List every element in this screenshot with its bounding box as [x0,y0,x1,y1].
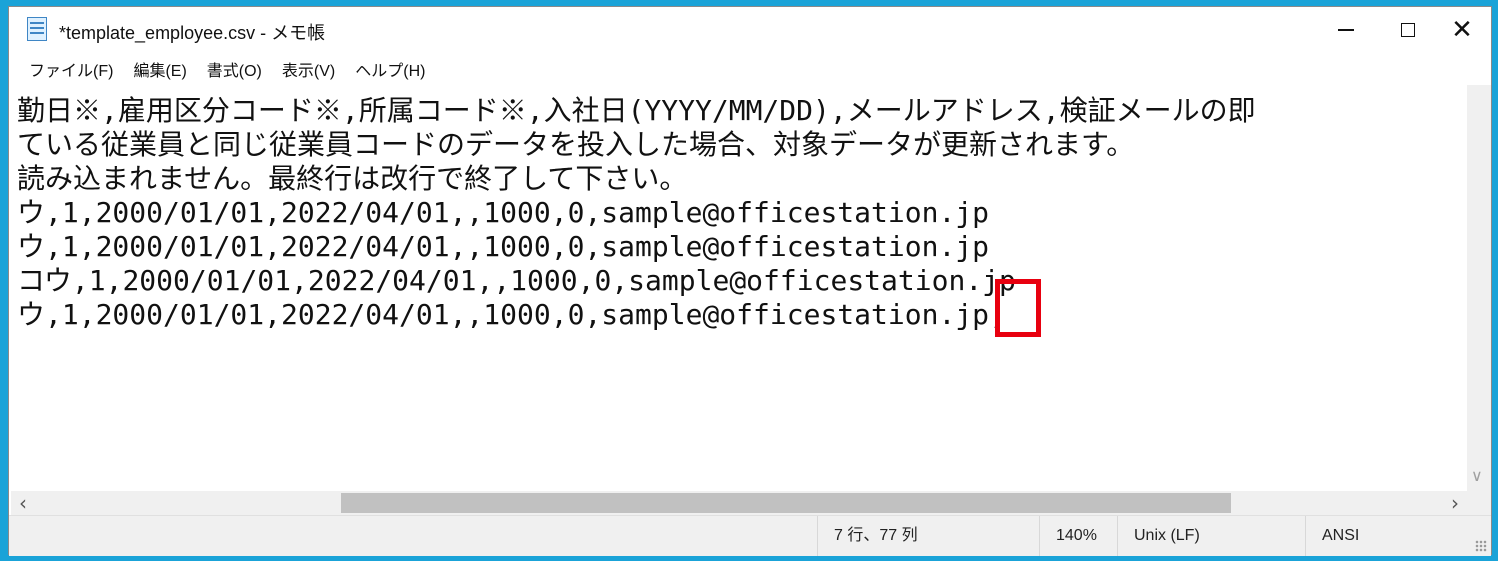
maximize-icon [1401,23,1415,37]
text-editor[interactable]: 勤日※,雇用区分コード※,所属コード※,入社日(YYYY/MM/DD),メールア… [11,85,1467,491]
menu-help[interactable]: ヘルプ(H) [345,53,435,85]
notepad-window: *template_employee.csv - メモ帳 ✕ ファイル(F) 編… [8,6,1492,556]
menu-file[interactable]: ファイル(F) [19,53,123,85]
horizontal-scrollbar[interactable]: ‹ › [11,491,1467,515]
scroll-corner [1467,491,1491,515]
scroll-right-icon[interactable]: › [1451,491,1459,515]
status-bar: 7 行、77 列 140% Unix (LF) ANSI [9,515,1491,556]
menu-bar: ファイル(F) 編集(E) 書式(O) 表示(V) ヘルプ(H) [9,53,1491,85]
maximize-button[interactable] [1377,7,1439,53]
menu-view[interactable]: 表示(V) [272,53,345,85]
text-line-7: ウ,1,2000/01/01,2022/04/01,,1000,0,sample… [17,298,1006,331]
window-title: *template_employee.csv - メモ帳 [59,23,326,43]
resize-grip-icon[interactable] [1475,540,1487,552]
status-cursor-position: 7 行、77 列 [817,516,1039,556]
horizontal-scroll-thumb[interactable] [341,493,1231,513]
status-line-ending: Unix (LF) [1117,516,1305,556]
title-bar[interactable]: *template_employee.csv - メモ帳 ✕ [9,7,1491,53]
menu-edit[interactable]: 編集(E) [123,53,196,85]
status-encoding: ANSI [1305,516,1493,556]
close-button[interactable]: ✕ [1431,7,1493,53]
minimize-button[interactable] [1315,7,1377,53]
highlight-box [995,279,1041,337]
scroll-down-icon[interactable]: ∨ [1471,466,1483,485]
close-icon: ✕ [1451,15,1473,45]
vertical-scrollbar[interactable]: ∨ [1467,85,1491,491]
minimize-icon [1338,29,1354,31]
status-zoom: 140% [1039,516,1117,556]
scroll-left-icon[interactable]: ‹ [19,491,27,515]
notepad-icon [27,17,47,41]
menu-format[interactable]: 書式(O) [197,53,272,85]
